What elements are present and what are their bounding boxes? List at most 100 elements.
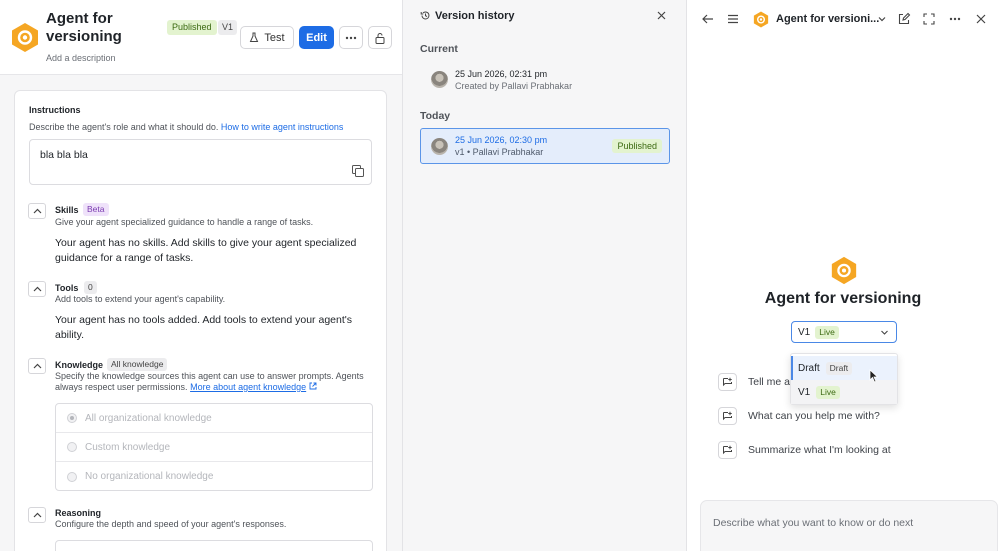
flask-icon <box>250 32 259 42</box>
test-button[interactable]: Test <box>240 26 294 49</box>
instructions-help-link[interactable]: How to write agent instructions <box>221 122 344 132</box>
chevron-down-icon <box>881 330 888 335</box>
version-history-title: Version history <box>435 10 515 22</box>
agent-logo-icon <box>12 23 38 52</box>
mouse-cursor-icon <box>869 369 879 383</box>
chevron-up-icon <box>33 512 41 518</box>
agent-config-card: Instructions Describe the agent's role a… <box>14 90 387 551</box>
version-history-panel: Version history Current 25 Jun 2026, 02:… <box>403 0 687 551</box>
version-author: v1 • Pallavi Prabhakar <box>455 147 544 157</box>
knowledge-title: Knowledge <box>55 360 104 370</box>
version-date: 25 Jun 2026, 02:31 pm <box>455 69 548 79</box>
version-author: Created by Pallavi Prabhakar <box>455 81 573 91</box>
knowledge-collapse-button[interactable] <box>28 358 46 374</box>
version-badge: V1 <box>218 20 238 35</box>
suggestion-label: Tell me ab <box>748 376 796 388</box>
edit-icon[interactable] <box>897 12 911 26</box>
external-link-icon <box>309 382 317 390</box>
suggestion-label: What can you help me with? <box>748 410 880 422</box>
agent-editor-pane: Agent for versioning Add a description P… <box>0 0 403 551</box>
knowledge-option-custom[interactable]: Custom knowledge <box>56 433 372 462</box>
dropdown-option-v1[interactable]: V1 Live <box>791 380 897 404</box>
chat-plus-icon <box>718 407 737 425</box>
instructions-subtitle-text: Describe the agent's role and what it sh… <box>29 122 219 132</box>
agent-avatar-icon <box>831 256 857 285</box>
tools-collapse-button[interactable] <box>28 281 46 297</box>
reasoning-title: Reasoning <box>55 508 102 518</box>
description-placeholder[interactable]: Add a description <box>46 53 116 63</box>
beta-tag: Beta <box>83 203 109 216</box>
reasoning-collapse-button[interactable] <box>28 507 46 523</box>
knowledge-option-all[interactable]: All organizational knowledge <box>56 404 372 433</box>
reasoning-options <box>55 540 373 551</box>
menu-icon[interactable] <box>726 12 740 26</box>
agent-preview-pane: Agent for versioni... Agent for versioni… <box>688 0 998 551</box>
knowledge-option-label: Custom knowledge <box>85 441 171 453</box>
version-dropdown-menu: Draft Draft V1 Live <box>790 353 898 405</box>
reasoning-subtitle: Configure the depth and speed of your ag… <box>55 519 287 529</box>
chevron-down-icon[interactable] <box>877 14 887 24</box>
agent-title: Agent for versioning <box>46 10 122 45</box>
published-badge: Published <box>167 20 217 35</box>
current-group-label: Current <box>420 43 458 55</box>
tools-title: Tools <box>55 283 79 293</box>
chat-plus-icon <box>718 373 737 391</box>
version-item-v1[interactable]: 25 Jun 2026, 02:30 pm v1 • Pallavi Prabh… <box>420 128 670 164</box>
instructions-title: Instructions <box>29 105 81 115</box>
back-arrow-icon[interactable] <box>701 12 715 26</box>
suggestion-item[interactable]: Tell me ab <box>718 373 796 391</box>
edit-button[interactable]: Edit <box>299 26 334 49</box>
knowledge-options: All organizational knowledge Custom know… <box>55 403 373 491</box>
version-select[interactable]: V1 Live <box>791 321 897 343</box>
avatar <box>431 71 448 88</box>
preview-agent-title[interactable]: Agent for versioni... <box>776 13 879 25</box>
radio-button[interactable] <box>67 442 77 452</box>
suggestion-item[interactable]: Summarize what I'm looking at <box>718 441 891 459</box>
radio-button[interactable] <box>67 413 77 423</box>
suggestion-item[interactable]: What can you help me with? <box>718 407 880 425</box>
knowledge-help-link[interactable]: More about agent knowledge <box>190 382 306 392</box>
skills-title: Skills <box>55 205 79 215</box>
lock-button[interactable] <box>368 26 392 49</box>
chevron-up-icon <box>33 208 41 214</box>
dropdown-option-draft[interactable]: Draft Draft <box>791 356 897 380</box>
agent-header: Agent for versioning Add a description P… <box>0 0 402 75</box>
tools-count-badge: 0 <box>84 281 97 294</box>
more-options-button[interactable] <box>339 26 363 49</box>
draft-tag: Draft <box>825 361 853 375</box>
tools-subtitle: Add tools to extend your agent's capabil… <box>55 294 226 304</box>
instructions-input[interactable]: bla bla bla <box>29 139 372 185</box>
selected-version-label: V1 <box>798 326 811 338</box>
chat-plus-icon <box>718 441 737 459</box>
copy-icon[interactable] <box>351 164 365 178</box>
test-button-label: Test <box>264 31 285 44</box>
published-badge: Published <box>612 139 662 153</box>
knowledge-subtitle: Specify the knowledge sources this agent… <box>55 371 375 393</box>
tools-empty-text: Your agent has no tools added. Add tools… <box>55 314 353 341</box>
history-icon <box>420 11 430 20</box>
avatar <box>431 138 448 155</box>
instructions-subtitle: Describe the agent's role and what it sh… <box>29 122 343 133</box>
close-icon[interactable] <box>974 12 988 26</box>
knowledge-option-label: All organizational knowledge <box>85 412 212 424</box>
knowledge-option-none[interactable]: No organizational knowledge <box>56 462 372 491</box>
prompt-placeholder: Describe what you want to know or do nex… <box>713 517 914 529</box>
expand-icon[interactable] <box>922 12 936 26</box>
more-horizontal-icon <box>345 36 357 39</box>
radio-button[interactable] <box>67 471 77 482</box>
close-icon[interactable] <box>655 9 668 22</box>
today-group-label: Today <box>420 110 451 122</box>
knowledge-scope-tag: All knowledge <box>107 358 168 371</box>
option-label: V1 <box>798 386 811 398</box>
skills-subtitle: Give your agent specialized guidance to … <box>55 217 314 227</box>
live-tag: Live <box>816 385 840 399</box>
unlock-icon <box>375 32 385 44</box>
instructions-value: bla bla bla <box>40 149 88 161</box>
prompt-input[interactable]: Describe what you want to know or do nex… <box>700 500 998 551</box>
skills-empty-text: Your agent has no skills. Add skills to … <box>55 237 357 264</box>
more-horizontal-icon[interactable] <box>948 12 962 26</box>
suggestion-label: Summarize what I'm looking at <box>748 444 891 456</box>
option-label: Draft <box>798 362 820 374</box>
skills-collapse-button[interactable] <box>28 203 46 219</box>
chevron-up-icon <box>33 286 41 292</box>
